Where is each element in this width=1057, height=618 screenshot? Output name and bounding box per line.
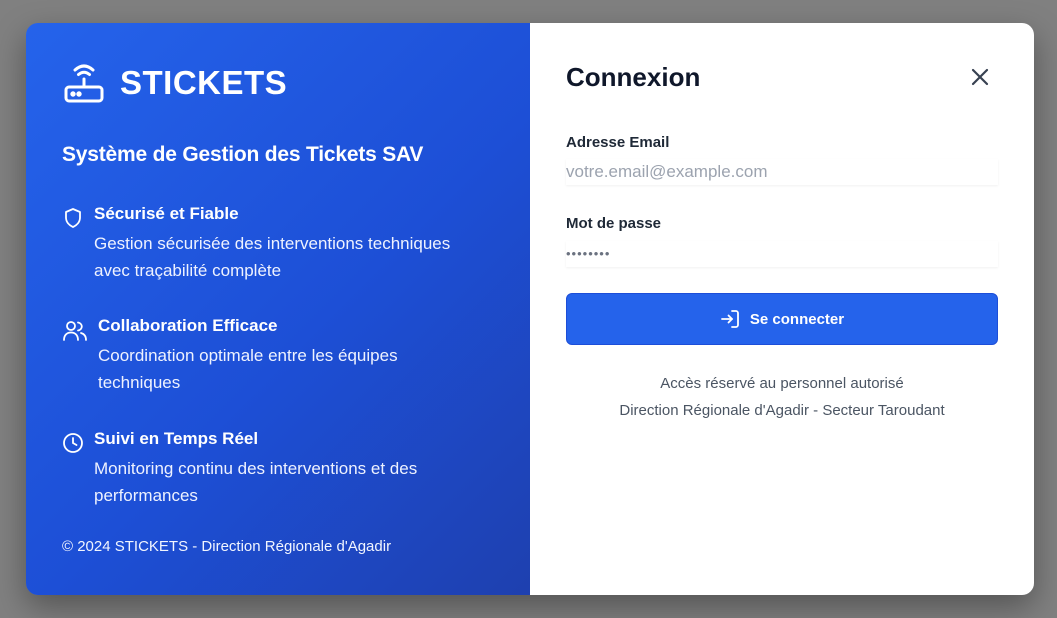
login-title: Connexion <box>566 62 701 92</box>
login-icon <box>720 310 739 328</box>
password-field[interactable]: •••••••• <box>566 241 998 267</box>
login-modal: STICKETS Système de Gestion des Tickets … <box>26 23 1034 595</box>
feature-description: Gestion sécurisée des interventions tech… <box>94 234 451 280</box>
brand: STICKETS <box>62 61 287 105</box>
feature-title: Sécurisé et Fiable <box>94 204 239 223</box>
password-label: Mot de passe <box>566 215 662 232</box>
router-icon <box>64 64 104 103</box>
close-icon[interactable] <box>968 65 992 89</box>
feature-title: Suivi en Temps Réel <box>94 429 259 448</box>
brand-name: STICKETS <box>120 64 288 101</box>
login-button-label: Se connecter <box>749 310 845 328</box>
users-icon <box>63 321 87 341</box>
clock-icon <box>63 433 83 453</box>
brand-panel: STICKETS Système de Gestion des Tickets … <box>26 23 530 595</box>
direction-note: Direction Régionale d'Agadir - Secteur T… <box>619 402 945 419</box>
feature-description: Monitoring continu des interventions et … <box>94 459 418 505</box>
access-note: Accès réservé au personnel autorisé <box>660 375 904 392</box>
login-panel: Connexion Adresse Email Mot de passe •••… <box>530 23 1034 595</box>
feature-title: Collaboration Efficace <box>98 316 278 335</box>
login-button[interactable]: Se connecter <box>566 293 998 345</box>
email-label: Adresse Email <box>566 134 670 151</box>
brand-tagline: Système de Gestion des Tickets SAV <box>62 143 424 166</box>
shield-icon <box>65 208 81 228</box>
feature-item-tracking: Suivi en Temps Réel Monitoring continu d… <box>62 428 474 509</box>
feature-item-secure: Sécurisé et Fiable Gestion sécurisée des… <box>62 203 474 284</box>
feature-item-collaboration: Collaboration Efficace Coordination opti… <box>62 315 478 396</box>
email-field[interactable] <box>566 159 998 185</box>
copyright-footer: © 2024 STICKETS - Direction Régionale d'… <box>62 538 392 555</box>
feature-description: Coordination optimale entre les équipes … <box>98 346 398 392</box>
